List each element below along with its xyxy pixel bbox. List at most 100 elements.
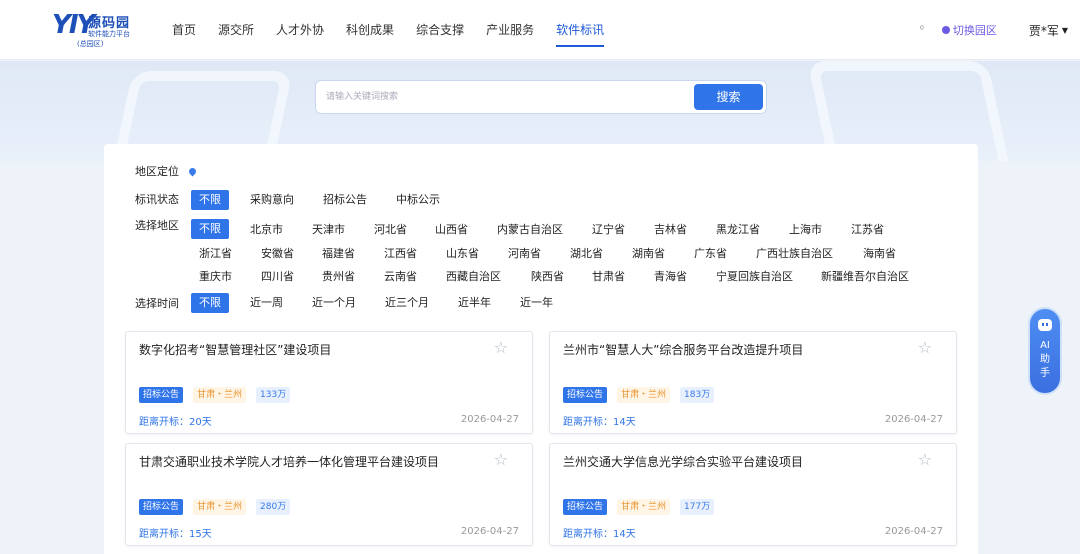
region-option[interactable]: 西藏自治区 bbox=[446, 267, 501, 287]
bid-title[interactable]: 数字化招考“智慧管理社区”建设项目 bbox=[139, 341, 331, 358]
nav-innovation[interactable]: 科创成果 bbox=[346, 0, 394, 60]
main-nav: 首页 源交所 人才外协 科创成果 综合支撑 产业服务 软件标讯 bbox=[161, 0, 615, 60]
user-name: 贾*军 bbox=[1028, 23, 1059, 38]
region-option[interactable]: 河北省 bbox=[374, 220, 407, 240]
nav-industry[interactable]: 产业服务 bbox=[486, 0, 534, 60]
robot-icon bbox=[1038, 319, 1052, 331]
bid-countdown: 距离开标：15天 bbox=[139, 529, 212, 540]
switch-park-button[interactable]: 切换园区 bbox=[941, 22, 997, 38]
status-option-tender[interactable]: 招标公告 bbox=[323, 190, 367, 210]
region-option[interactable]: 广西壮族自治区 bbox=[756, 244, 833, 264]
bid-card[interactable]: 甘肃交通职业技术学院人才培养一体化管理平台建设项目 ☆ 招标公告 甘肃・兰州 2… bbox=[125, 443, 533, 546]
region-option[interactable]: 新疆维吾尔自治区 bbox=[821, 267, 909, 287]
region-option-all[interactable]: 不限 bbox=[191, 219, 229, 239]
time-option[interactable]: 近一个月 bbox=[312, 293, 356, 313]
status-label: 标讯状态 bbox=[135, 193, 179, 206]
region-option[interactable]: 宁夏回族自治区 bbox=[716, 267, 793, 287]
region-option[interactable]: 青海省 bbox=[654, 267, 687, 287]
search-button[interactable]: 搜索 bbox=[694, 84, 763, 110]
bid-title[interactable]: 兰州交通大学信息光学综合实验平台建设项目 bbox=[563, 453, 803, 470]
region-option[interactable]: 广东省 bbox=[694, 244, 727, 264]
top-header: YIY 源码园 软件能力平台 (总园区) 首页 源交所 人才外协 科创成果 综合… bbox=[0, 0, 1080, 60]
time-option[interactable]: 近三个月 bbox=[385, 293, 429, 313]
bid-tags: 招标公告 甘肃・兰州 280万 bbox=[139, 499, 300, 515]
bid-countdown: 距离开标：20天 bbox=[139, 417, 212, 428]
bid-tags: 招标公告 甘肃・兰州 133万 bbox=[139, 387, 300, 403]
bid-amount-badge: 177万 bbox=[680, 499, 715, 515]
region-option[interactable]: 辽宁省 bbox=[592, 220, 625, 240]
bid-amount-badge: 280万 bbox=[256, 499, 291, 515]
bid-type-badge: 招标公告 bbox=[563, 499, 608, 515]
region-option[interactable]: 江苏省 bbox=[851, 220, 884, 240]
time-option[interactable]: 近半年 bbox=[458, 293, 491, 313]
bid-date: 2026-04-27 bbox=[460, 526, 519, 537]
nav-home[interactable]: 首页 bbox=[172, 0, 196, 60]
region-option[interactable]: 福建省 bbox=[322, 244, 355, 264]
status-option-award[interactable]: 中标公示 bbox=[396, 190, 440, 210]
time-option[interactable]: 近一周 bbox=[250, 293, 283, 313]
star-icon[interactable]: ☆ bbox=[918, 450, 932, 469]
region-option[interactable]: 浙江省 bbox=[199, 244, 232, 264]
region-option[interactable]: 贵州省 bbox=[322, 267, 355, 287]
status-option-all[interactable]: 不限 bbox=[191, 190, 229, 210]
bid-card[interactable]: 兰州交通大学信息光学综合实验平台建设项目 ☆ 招标公告 甘肃・兰州 177万 距… bbox=[549, 443, 957, 546]
time-option-all[interactable]: 不限 bbox=[191, 293, 229, 313]
location-pin-icon[interactable] bbox=[187, 166, 197, 177]
region-option[interactable]: 上海市 bbox=[789, 220, 822, 240]
bid-title[interactable]: 甘肃交通职业技术学院人才培养一体化管理平台建设项目 bbox=[139, 453, 439, 470]
ai-assistant-button[interactable]: AI 助 手 bbox=[1028, 307, 1062, 395]
bid-card[interactable]: 兰州市“智慧人大”综合服务平台改造提升项目 ☆ 招标公告 甘肃・兰州 183万 … bbox=[549, 331, 957, 434]
region-option[interactable]: 重庆市 bbox=[199, 267, 232, 287]
region-option[interactable]: 陕西省 bbox=[531, 267, 564, 287]
region-option[interactable]: 山东省 bbox=[446, 244, 479, 264]
region-option[interactable]: 海南省 bbox=[863, 244, 896, 264]
switch-park-label: 切换园区 bbox=[952, 24, 997, 37]
region-option[interactable]: 黑龙江省 bbox=[716, 220, 760, 240]
bid-tags: 招标公告 甘肃・兰州 177万 bbox=[563, 499, 724, 515]
region-option[interactable]: 甘肃省 bbox=[592, 267, 625, 287]
bid-area-badge: 甘肃・兰州 bbox=[193, 387, 247, 403]
region-option[interactable]: 北京市 bbox=[250, 220, 283, 240]
bid-date: 2026-04-27 bbox=[884, 414, 943, 425]
user-menu[interactable]: 贾*军 ▼ bbox=[1029, 22, 1068, 39]
region-option[interactable]: 吉林省 bbox=[654, 220, 687, 240]
bid-amount-badge: 133万 bbox=[256, 387, 291, 403]
time-option[interactable]: 近一年 bbox=[520, 293, 553, 313]
notification-icon[interactable]: ⁰ bbox=[920, 25, 924, 36]
bid-title[interactable]: 兰州市“智慧人大”综合服务平台改造提升项目 bbox=[563, 341, 803, 358]
region-option[interactable]: 云南省 bbox=[384, 267, 417, 287]
bid-card[interactable]: 数字化招考“智慧管理社区”建设项目 ☆ 招标公告 甘肃・兰州 133万 距离开标… bbox=[125, 331, 533, 434]
bid-date: 2026-04-27 bbox=[460, 414, 519, 425]
region-option[interactable]: 四川省 bbox=[261, 267, 294, 287]
logo[interactable]: YIY 源码园 软件能力平台 (总园区) bbox=[52, 10, 142, 50]
region-option[interactable]: 湖南省 bbox=[632, 244, 665, 264]
region-option[interactable]: 山西省 bbox=[435, 220, 468, 240]
bid-amount-badge: 183万 bbox=[680, 387, 715, 403]
nav-source-exchange[interactable]: 源交所 bbox=[218, 0, 254, 60]
region-label: 选择地区 bbox=[135, 219, 179, 232]
ai-assistant-label: AI 助 手 bbox=[1030, 339, 1060, 381]
region-option[interactable]: 安徽省 bbox=[261, 244, 294, 264]
status-option-intent[interactable]: 采购意向 bbox=[250, 190, 294, 210]
region-option[interactable]: 内蒙古自治区 bbox=[497, 220, 563, 240]
bid-area-badge: 甘肃・兰州 bbox=[617, 499, 671, 515]
chevron-down-icon: ▼ bbox=[1061, 25, 1068, 35]
star-icon[interactable]: ☆ bbox=[494, 450, 508, 469]
region-option[interactable]: 江西省 bbox=[384, 244, 417, 264]
nav-software-bids[interactable]: 软件标讯 bbox=[556, 0, 605, 60]
bid-tags: 招标公告 甘肃・兰州 183万 bbox=[563, 387, 724, 403]
ai-label-line: AI bbox=[1040, 340, 1050, 351]
star-icon[interactable]: ☆ bbox=[918, 338, 932, 357]
bid-type-badge: 招标公告 bbox=[563, 387, 608, 403]
search-input[interactable] bbox=[326, 81, 686, 113]
logo-park: (总园区) bbox=[77, 40, 104, 48]
nav-support[interactable]: 综合支撑 bbox=[416, 0, 464, 60]
region-option[interactable]: 河南省 bbox=[508, 244, 541, 264]
nav-talent[interactable]: 人才外协 bbox=[276, 0, 324, 60]
star-icon[interactable]: ☆ bbox=[494, 338, 508, 357]
region-option[interactable]: 湖北省 bbox=[570, 244, 603, 264]
logo-subtitle: 软件能力平台 bbox=[88, 30, 130, 38]
bid-type-badge: 招标公告 bbox=[139, 387, 184, 403]
ai-label-line: 手 bbox=[1040, 368, 1050, 379]
region-option[interactable]: 天津市 bbox=[312, 220, 345, 240]
